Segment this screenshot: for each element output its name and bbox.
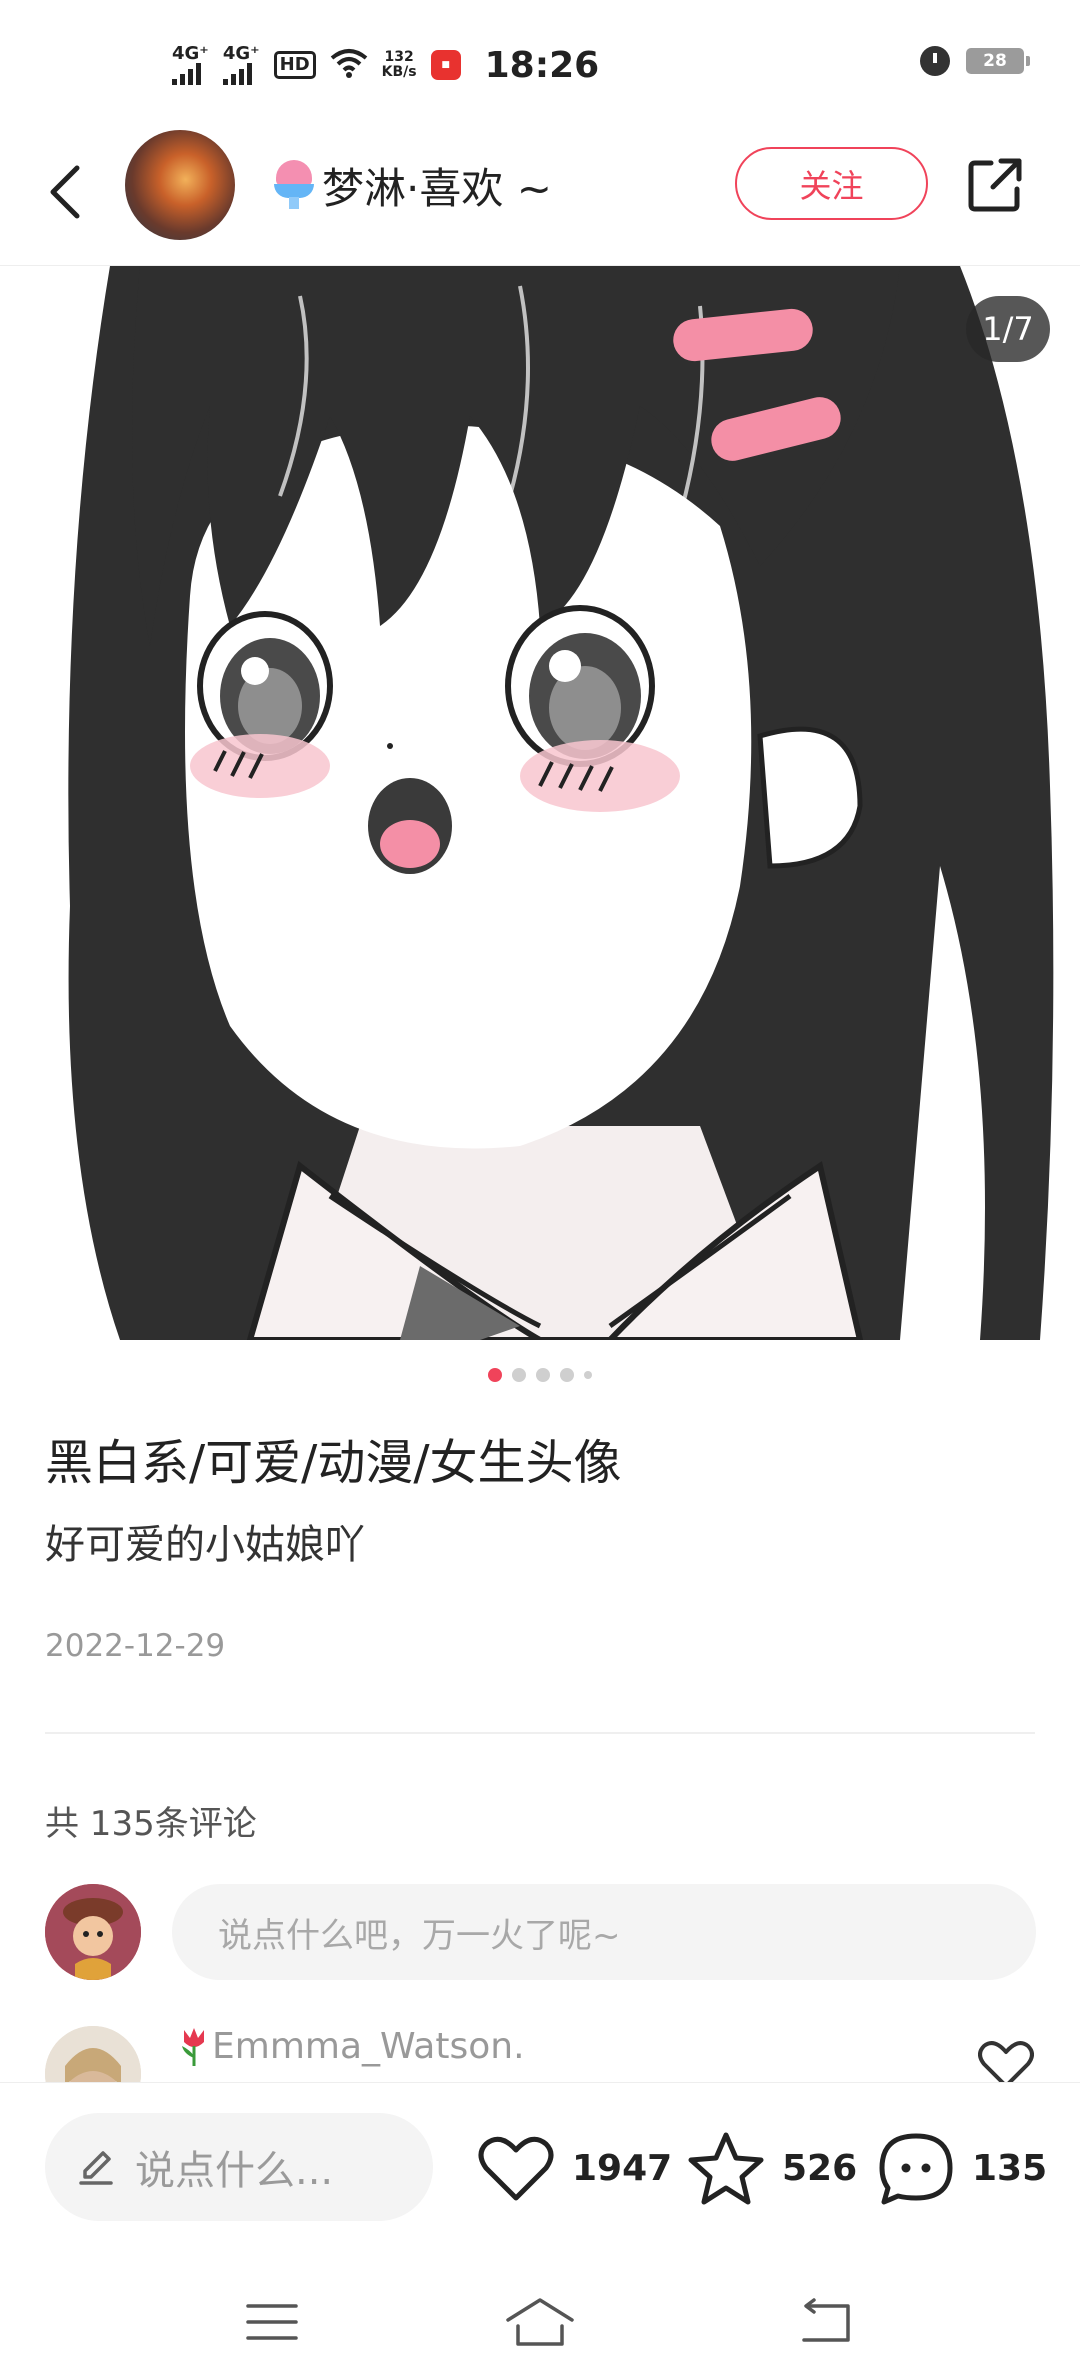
comment-input[interactable]: 说点什么吧，万一火了呢~: [172, 1884, 1036, 1980]
bottom-action-bar: 说点什么... 1947 526 135: [0, 2082, 1080, 2262]
menu-button[interactable]: [232, 2292, 312, 2352]
like-button[interactable]: 1947: [476, 2123, 672, 2213]
menu-icon: [246, 2304, 298, 2340]
speed-value: 132: [384, 49, 414, 65]
home-icon: [506, 2298, 574, 2346]
post-image[interactable]: 1/7: [0, 266, 1080, 1340]
status-left: 4G⁺ 4G⁺ HD 132 KB/s ■ 18:26: [172, 40, 599, 90]
status-right: 28: [920, 46, 1030, 76]
like-count: 1947: [572, 2147, 673, 2189]
network-speed: 132 KB/s: [382, 50, 417, 80]
divider: [45, 1732, 1035, 1734]
battery-icon: 28: [966, 48, 1030, 74]
favorite-count: 526: [782, 2147, 858, 2189]
hd-icon: HD: [273, 51, 316, 79]
gallery-dot[interactable]: [536, 1368, 550, 1382]
signal-icon: 4G⁺: [172, 45, 209, 85]
say-something-input[interactable]: 说点什么...: [45, 2113, 433, 2221]
network-type-label: 4G⁺: [172, 43, 209, 64]
comment-button[interactable]: 135: [876, 2123, 1047, 2213]
page-counter: 1/7: [966, 296, 1050, 362]
post-title: 黑白系/可爱/动漫/女生头像: [45, 1435, 622, 1491]
share-button[interactable]: [960, 150, 1030, 220]
gallery-dot[interactable]: [512, 1368, 526, 1382]
back-nav-icon: [802, 2298, 850, 2342]
author-avatar[interactable]: [125, 130, 235, 240]
cartoon-avatar-icon: [45, 1884, 141, 1980]
gallery-dots: [0, 1368, 1080, 1382]
favorite-button[interactable]: 526: [686, 2123, 857, 2213]
say-something-placeholder: 说点什么...: [135, 2148, 334, 2194]
commenter-name[interactable]: Emmma_Watson.: [176, 2024, 525, 2068]
speed-unit: KB/s: [381, 64, 417, 80]
follow-button[interactable]: 关注: [735, 147, 928, 220]
home-button[interactable]: [500, 2292, 580, 2352]
star-icon: [688, 2132, 764, 2205]
gallery-dot[interactable]: [560, 1368, 574, 1382]
app-notification-icon: ■: [430, 50, 461, 80]
chat-bubble-icon: [879, 2133, 953, 2205]
heart-icon: [478, 2136, 554, 2201]
gallery-dot[interactable]: [488, 1368, 502, 1382]
comment-count-label: 共 135条评论: [45, 1804, 257, 1844]
my-avatar[interactable]: [45, 1884, 141, 1980]
share-icon: [968, 158, 1022, 212]
status-time: 18:26: [484, 44, 600, 86]
anime-girl-illustration: [0, 266, 1080, 1340]
signal-icon: 4G⁺: [222, 43, 260, 85]
pencil-icon: [79, 2151, 113, 2185]
network-type-label: 4G⁺: [222, 43, 260, 64]
author-name[interactable]: 梦淋·喜欢 ~: [272, 150, 552, 220]
status-bar: 4G⁺ 4G⁺ HD 132 KB/s ■ 18:26 28: [0, 0, 1080, 130]
commenter-name-text: Emmma_Watson.: [212, 2025, 525, 2067]
tulip-icon: [182, 2028, 204, 2066]
post-date: 2022-12-29: [45, 1628, 226, 1664]
author-name-text: 梦淋·喜欢 ~: [322, 163, 552, 213]
back-button[interactable]: [30, 152, 100, 232]
alarm-icon: [920, 46, 950, 76]
gallery-dot[interactable]: [584, 1371, 592, 1379]
back-arrow-icon: [50, 165, 80, 219]
system-navigation-bar: [0, 2262, 1080, 2376]
post-description: 好可爱的小姑娘吖: [45, 1522, 365, 1568]
back-nav-button[interactable]: [784, 2292, 864, 2352]
post-header: 梦淋·喜欢 ~ 关注: [0, 130, 1080, 266]
wifi-icon: [330, 48, 368, 82]
comment-count: 135: [972, 2147, 1048, 2189]
ice-cream-icon: [272, 160, 316, 210]
